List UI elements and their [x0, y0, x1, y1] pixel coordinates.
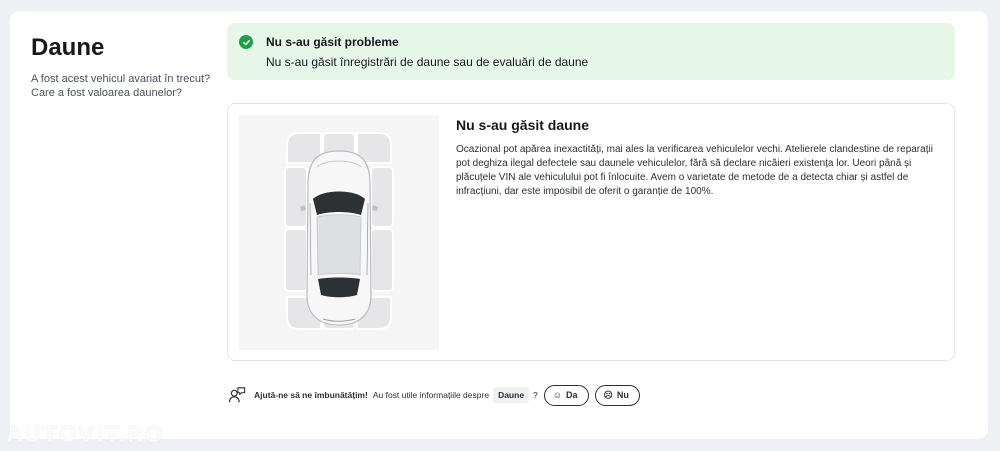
- feedback-heading: Ajută-ne să ne îmbunătățim!: [254, 390, 368, 400]
- feedback-question-mark: ?: [533, 390, 538, 400]
- section-header: Daune A fost acest vehicul avariat în tr…: [31, 33, 221, 100]
- check-circle-icon: [239, 35, 253, 49]
- feedback-bar: Ajută-ne să ne îmbunătățim! Au fost util…: [228, 384, 640, 406]
- panel-description: Ocazional pot apărea inexactități, mai a…: [456, 144, 933, 197]
- feedback-topic-chip: Daune: [493, 387, 530, 403]
- feedback-question: Au fost utile informațiile despre: [372, 390, 490, 400]
- logo-watermark: AUTOVIT.RO: [6, 423, 165, 448]
- feedback-no-button[interactable]: ☹ Nu: [594, 384, 640, 406]
- car-top-view-image: [284, 132, 394, 330]
- section-title: Daune: [31, 34, 105, 61]
- panel-title: Nu s-au găsit daune: [456, 117, 590, 133]
- feedback-no-label: Nu: [616, 390, 629, 400]
- alert-text: Nu s-au găsit înregistrări de daune sau …: [266, 55, 589, 69]
- alert-title: Nu s-au găsit probleme: [266, 35, 399, 49]
- smile-icon: ☺: [552, 389, 562, 400]
- car-diagram: [239, 115, 439, 350]
- user-feedback-icon: [228, 387, 246, 403]
- success-alert: Nu s-au găsit probleme Nu s-au găsit înr…: [227, 23, 955, 80]
- feedback-yes-label: Da: [565, 390, 578, 400]
- feedback-yes-button[interactable]: ☺ Da: [543, 384, 589, 406]
- frown-icon: ☹: [603, 389, 613, 400]
- section-subtitle: A fost acest vehicul avariat în trecut? …: [31, 73, 211, 99]
- damage-panel: Nu s-au găsit daune Ocazional pot apărea…: [227, 103, 955, 361]
